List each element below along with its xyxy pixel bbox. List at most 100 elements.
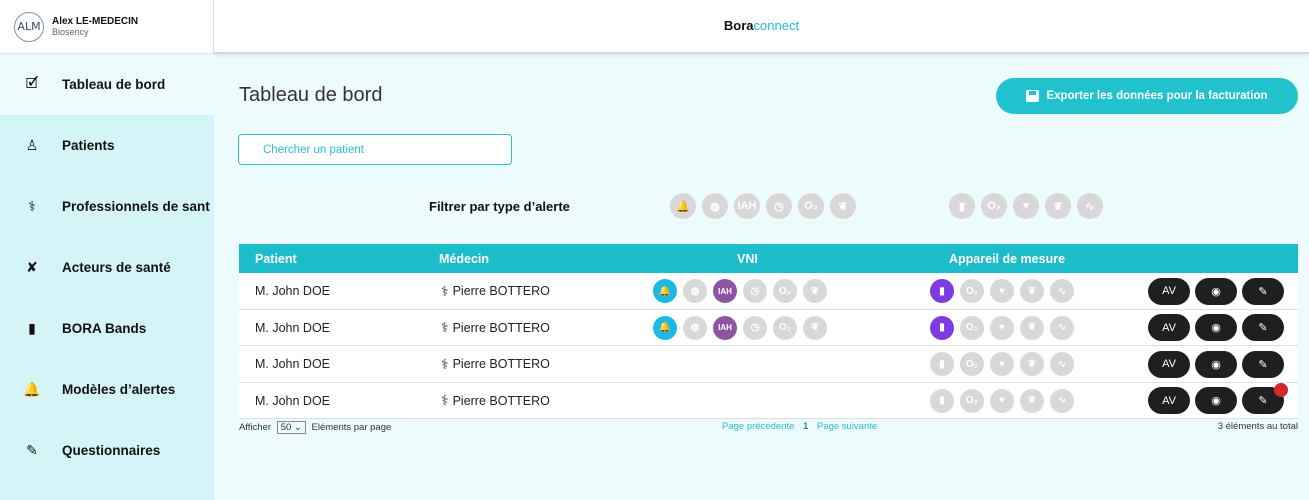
alert-o-icon[interactable]: O₂ [773,315,797,340]
lungs-icon[interactable]: ❦ [803,279,827,303]
sidebar-item-label: Professionnels de sant [62,199,210,214]
watch-icon[interactable]: ▮ [949,193,975,219]
prev-page-link[interactable]: Page précédente [722,421,794,432]
form-edit-icon[interactable]: ✎ [1242,350,1284,378]
alert-iah-icon[interactable]: IAH [713,315,737,340]
table-row[interactable]: M. John DOE ⚕ Pierre BOTTERO ▮ O₂ ♥ ❦ ∿ AV ◉ ✎ [239,383,1298,419]
pulse-icon[interactable]: ∿ [1050,352,1074,376]
mask-icon[interactable]: ◍ [702,193,728,219]
stethoscope-icon: ⚕ [28,198,36,214]
heart-icon[interactable]: ♥ [990,315,1014,340]
av-button[interactable]: AV [1148,277,1190,305]
doctor-name[interactable]: Pierre BOTTERO [453,357,550,371]
current-page[interactable]: 1 [803,421,808,432]
patient-name[interactable]: M. John DOE [255,273,330,309]
avatar[interactable]: ALM [14,11,44,42]
patient-search-input[interactable] [238,134,512,165]
lungs-icon[interactable]: ❦ [1020,279,1044,303]
pulse-icon[interactable]: ∿ [1050,388,1074,413]
patient-name[interactable]: M. John DOE [255,346,330,382]
pulse-icon[interactable]: ∿ [1050,279,1074,303]
show-label: Afficher [239,422,272,433]
lungs-icon[interactable]: ❦ [1045,193,1071,219]
lungs-icon[interactable]: ❦ [803,315,827,340]
patient-name[interactable]: M. John DOE [255,383,330,419]
export-billing-button[interactable]: Exporter les données pour la facturation [996,78,1298,114]
sidebar-item[interactable]: ⚕ Professionnels de sant [0,176,214,237]
page-size-select[interactable]: 50 ⌄ [276,421,306,434]
av-button[interactable]: AV [1148,350,1190,378]
eye-icon[interactable]: ◉ [1195,277,1237,305]
patient-name[interactable]: M. John DOE [255,310,330,346]
form-edit-icon[interactable]: ✎ [1242,277,1284,305]
doctor-name[interactable]: Pierre BOTTERO [453,284,550,298]
alert-o-icon[interactable]: O₂ [960,315,984,340]
sidebar-item[interactable]: ♙ Patients [0,115,214,176]
doctor-cell: ⚕ Pierre BOTTERO [441,273,550,309]
form-edit-icon[interactable]: ✎ [1242,383,1288,414]
sidebar-item-label: Tableau de bord [62,77,166,92]
eye-icon[interactable]: ◉ [1195,350,1237,378]
lungs-icon[interactable]: ❦ [1020,388,1044,413]
watch-icon[interactable]: ▮ [930,315,954,340]
lungs-icon[interactable]: ❦ [1020,352,1044,376]
user-info: Alex LE-MEDECIN Biosency [52,16,138,38]
av-button[interactable]: AV [1148,314,1190,341]
watch-icon[interactable]: ▮ [930,388,954,413]
total-count: 3 éléments au total [1217,421,1298,432]
alert-o-icon[interactable]: O₂ [960,352,984,376]
mask-icon[interactable]: ◍ [683,279,707,303]
alert-o-icon[interactable]: O₂ [960,388,984,413]
sidebar-item[interactable]: 🔔 Modèles d’alertes [0,359,214,420]
alert-o-icon[interactable]: O₂ [798,193,824,219]
av-button[interactable]: AV [1148,387,1190,414]
eye-icon[interactable]: ◉ [1195,314,1237,341]
heart-icon[interactable]: ♥ [990,388,1014,413]
row-actions: AV ◉ ✎ [1148,346,1289,382]
user-profile[interactable]: ALM Alex LE-MEDECIN Biosency [0,0,214,54]
heart-icon[interactable]: ♥ [990,352,1014,376]
watch-icon[interactable]: ▮ [930,279,954,303]
row-actions: AV ◉ ✎ [1148,310,1289,346]
next-page-link[interactable]: Page suivante [817,421,877,432]
watch-icon: ▮ [28,320,36,336]
alert-iah-icon[interactable]: IAH [713,279,737,303]
export-button-label: Exporter les données pour la facturation [1046,90,1268,102]
alarm-icon[interactable]: 🔔 [653,315,677,340]
clock-icon[interactable]: ◷ [766,193,792,219]
col-doctor[interactable]: Médecin [439,252,489,266]
clock-icon[interactable]: ◷ [743,279,767,303]
pulse-icon[interactable]: ∿ [1077,193,1103,219]
pulse-icon[interactable]: ∿ [1050,315,1074,340]
header: Boraconnect [214,0,1309,54]
doctor-name[interactable]: Pierre BOTTERO [453,321,550,335]
doctor-name[interactable]: Pierre BOTTERO [453,394,550,408]
table-row[interactable]: M. John DOE ⚕ Pierre BOTTERO ▮ O₂ ♥ ❦ ∿ AV ◉ ✎ [239,346,1298,383]
heart-icon[interactable]: ♥ [1013,193,1039,219]
tools-icon: ✘ [26,259,38,275]
brand-part-2: connect [753,18,800,33]
alert-o-icon[interactable]: O₂ [773,279,797,303]
eye-icon[interactable]: ◉ [1195,387,1237,414]
col-patient[interactable]: Patient [255,252,297,266]
form-edit-icon[interactable]: ✎ [1242,314,1284,341]
lungs-icon[interactable]: ❦ [1020,315,1044,340]
table-row[interactable]: M. John DOE ⚕ Pierre BOTTERO 🔔 ◍ IAH ◷ O₂ ❦ ▮ O₂ ♥ ❦… [239,273,1298,310]
device-alerts: ▮ O₂ ♥ ❦ ∿ [930,273,1080,309]
table-row[interactable]: M. John DOE ⚕ Pierre BOTTERO 🔔 ◍ IAH ◷ O₂ ❦ ▮ O₂ ♥ ❦… [239,310,1298,346]
alarm-icon[interactable]: 🔔 [653,279,677,303]
save-icon [1026,90,1040,102]
alert-o-icon[interactable]: O₂ [981,193,1007,219]
sidebar-item[interactable]: ✘ Acteurs de santé [0,237,214,298]
lungs-icon[interactable]: ❦ [830,193,856,219]
sidebar-item[interactable]: ▮ BORA Bands [0,298,214,359]
sidebar-item[interactable]: ✎ Questionnaires [0,420,214,481]
mask-icon[interactable]: ◍ [683,315,707,340]
alert-o-icon[interactable]: O₂ [960,279,984,303]
alarm-icon[interactable]: 🔔 [670,193,696,219]
sidebar-item[interactable]: 🗹 Tableau de bord [0,54,214,115]
watch-icon[interactable]: ▮ [930,352,954,376]
heart-icon[interactable]: ♥ [990,279,1014,303]
clock-icon[interactable]: ◷ [743,315,767,340]
alert-iah-icon[interactable]: IAH [734,193,760,219]
